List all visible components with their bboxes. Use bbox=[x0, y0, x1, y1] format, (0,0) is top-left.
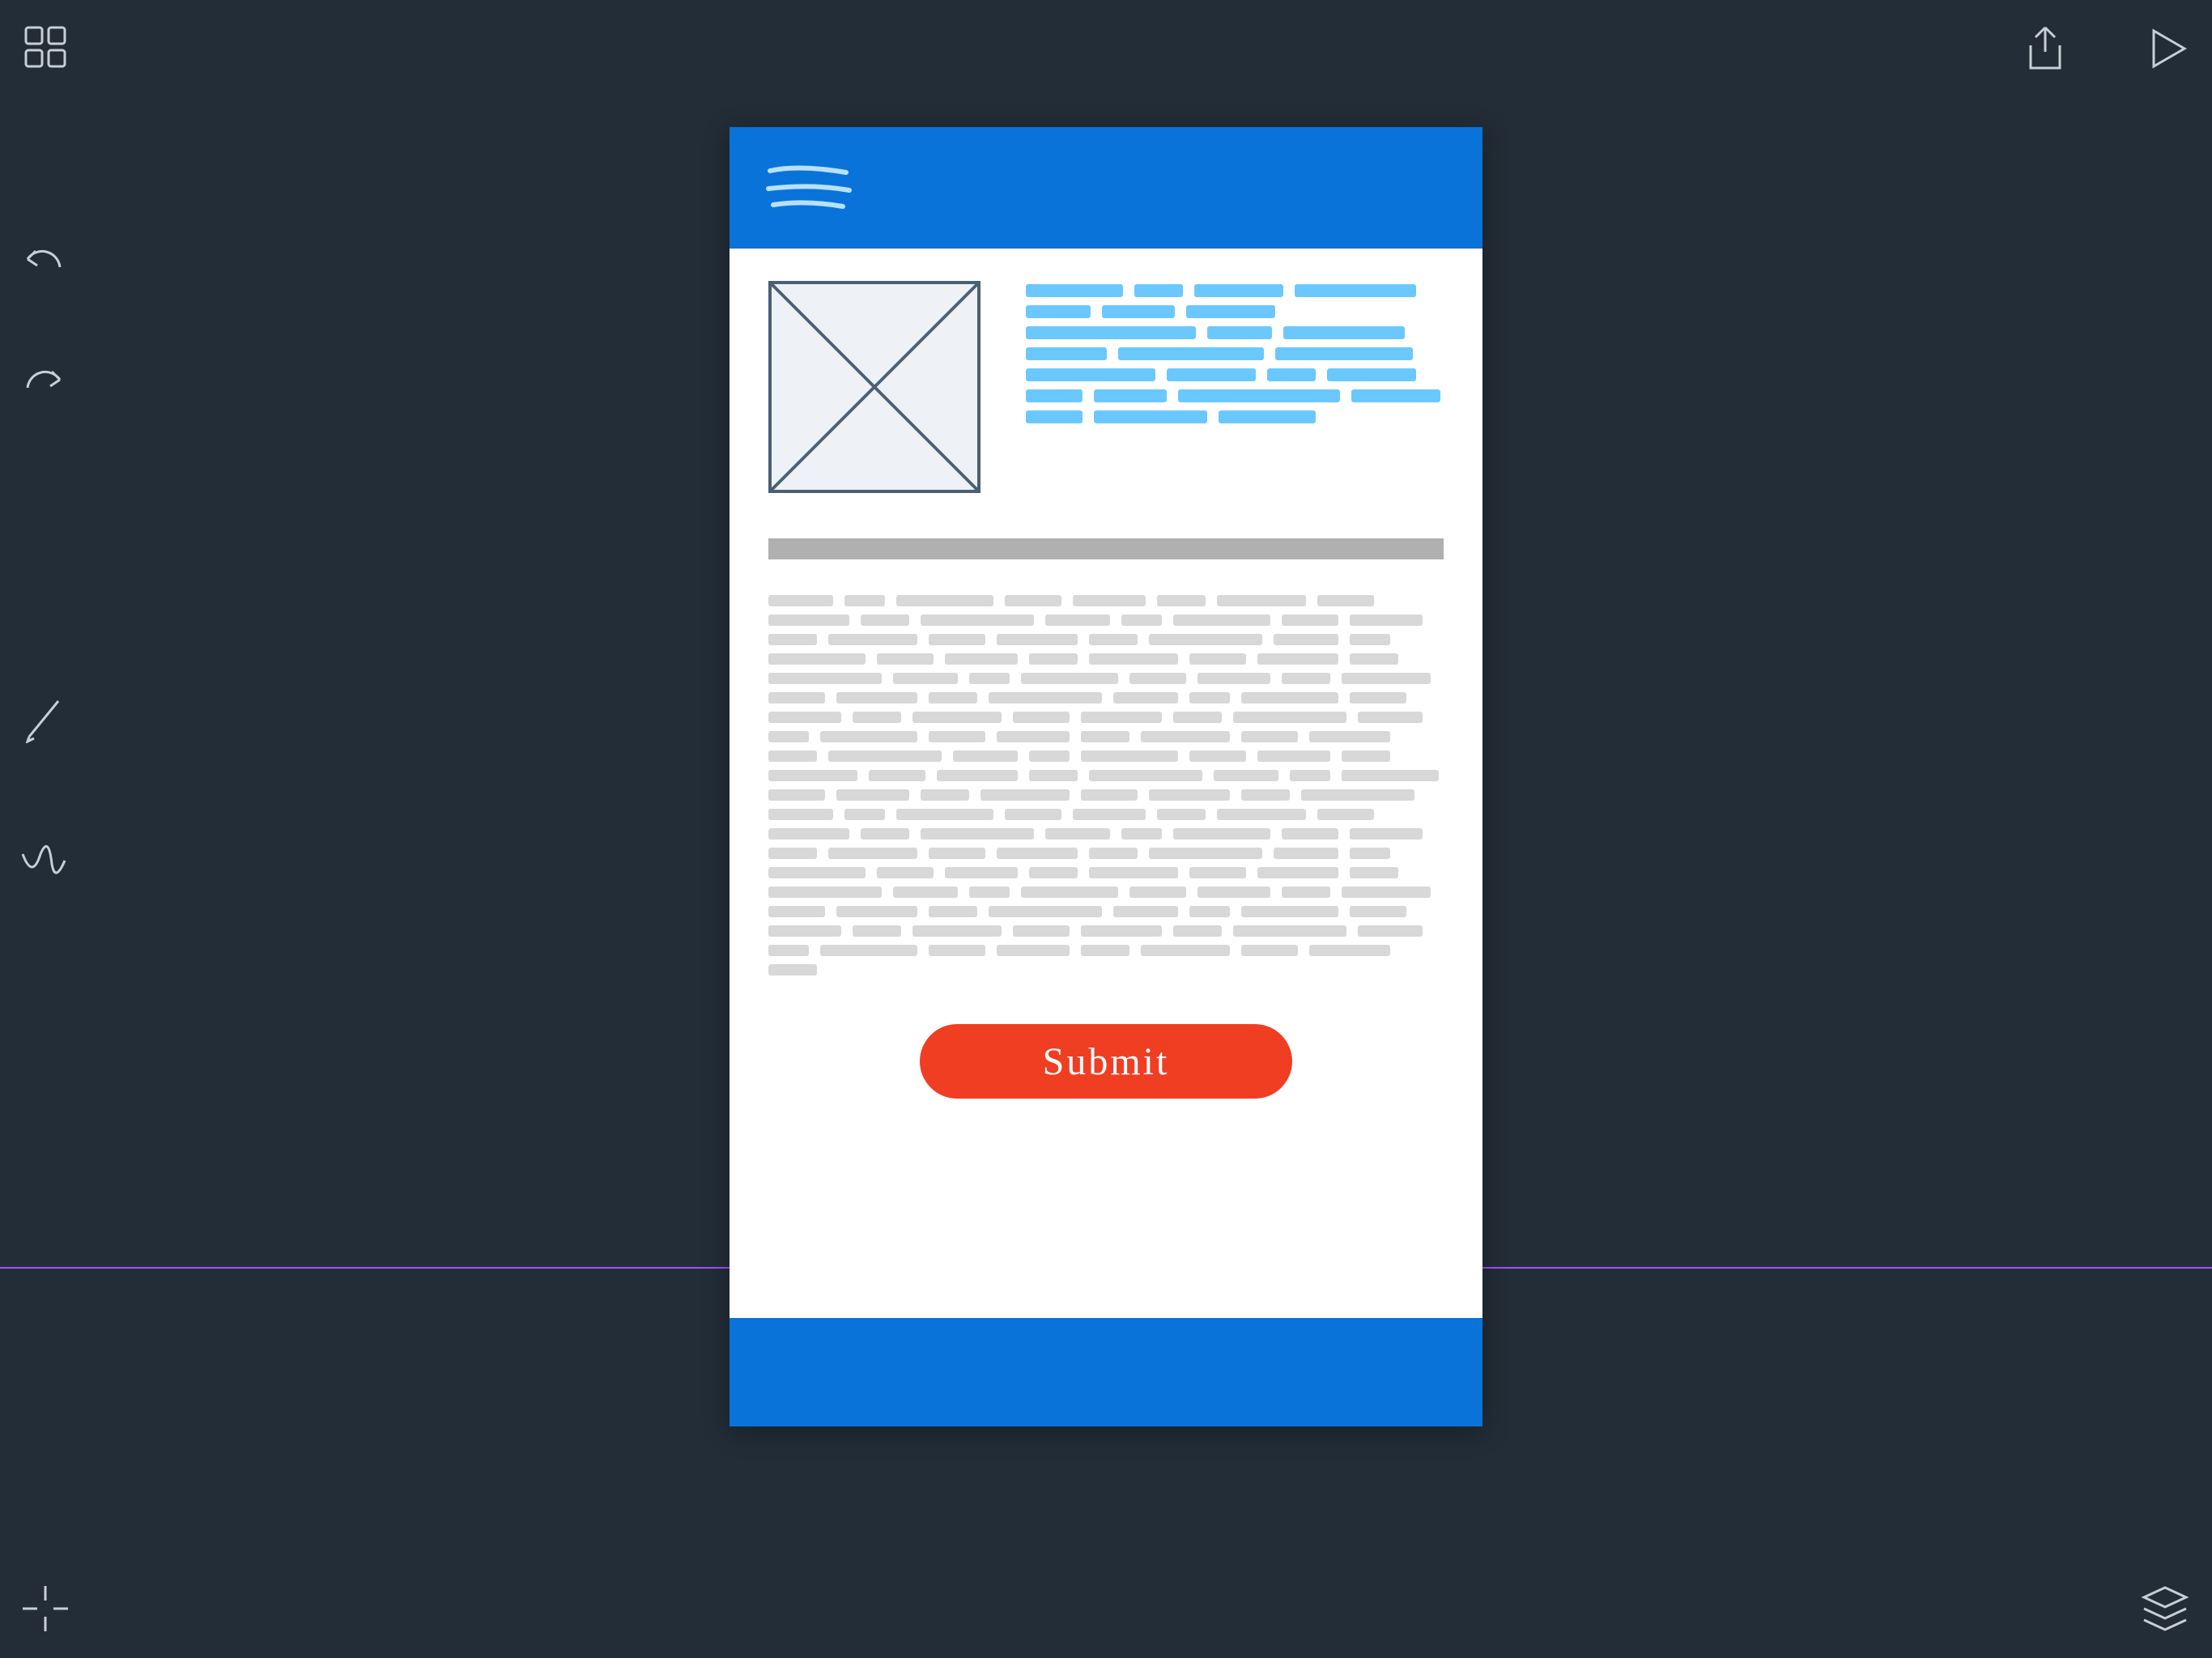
undo-button[interactable] bbox=[21, 243, 66, 283]
hamburger-icon[interactable] bbox=[765, 159, 854, 216]
redo-button[interactable] bbox=[21, 363, 66, 403]
layers-icon bbox=[2141, 1586, 2189, 1631]
mockup-footer bbox=[730, 1318, 1482, 1426]
submit-button[interactable]: Submit bbox=[920, 1024, 1292, 1099]
crosshair-icon bbox=[23, 1586, 68, 1631]
play-icon bbox=[2147, 28, 2189, 70]
section-divider bbox=[768, 538, 1444, 559]
squiggle-icon bbox=[19, 844, 68, 883]
share-icon bbox=[2024, 24, 2066, 73]
projects-button[interactable] bbox=[23, 24, 68, 74]
intro-text-placeholder bbox=[1026, 281, 1444, 493]
pencil-tool[interactable] bbox=[23, 695, 65, 747]
undo-icon bbox=[21, 243, 66, 278]
mockup-header bbox=[730, 127, 1482, 249]
pencil-icon bbox=[23, 695, 65, 743]
play-button[interactable] bbox=[2147, 28, 2189, 74]
redo-icon bbox=[21, 363, 66, 399]
body-text-placeholder bbox=[768, 595, 1444, 976]
alignment-toggle[interactable] bbox=[23, 1586, 68, 1635]
grid-icon bbox=[23, 24, 68, 70]
freehand-tool[interactable] bbox=[19, 844, 68, 887]
layers-button[interactable] bbox=[2141, 1586, 2189, 1635]
artboard-mobile-mockup[interactable]: Submit bbox=[730, 127, 1482, 1426]
image-placeholder[interactable] bbox=[768, 281, 981, 493]
share-button[interactable] bbox=[2024, 24, 2066, 77]
